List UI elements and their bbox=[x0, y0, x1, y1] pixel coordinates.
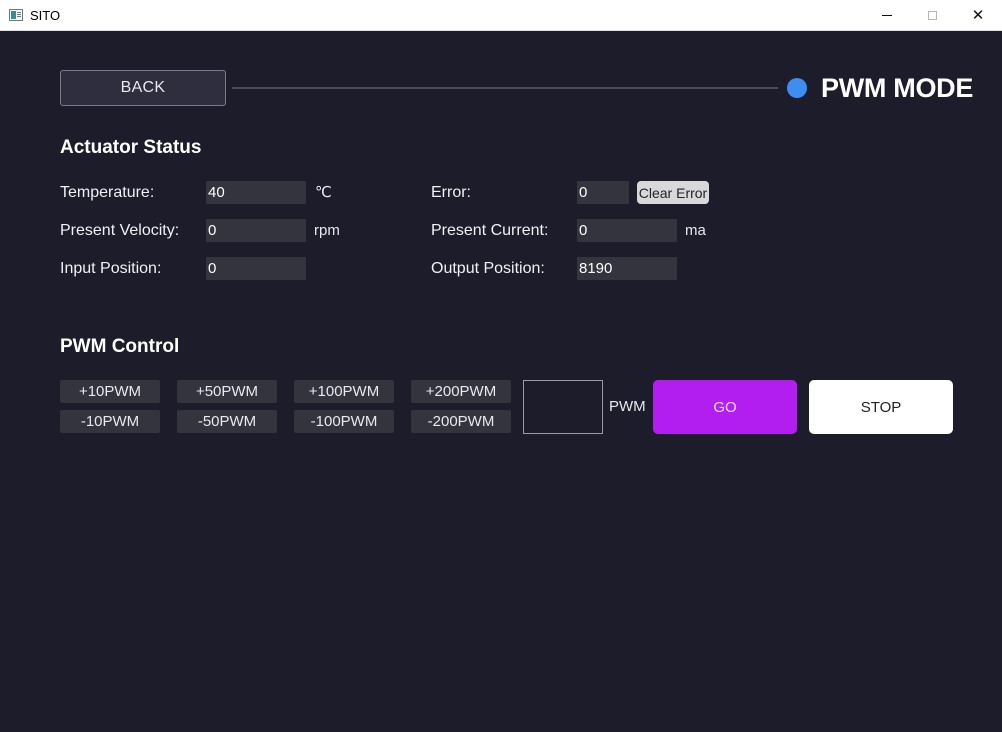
plus-200-pwm-button[interactable]: +200PWM bbox=[411, 380, 511, 403]
temperature-label: Temperature: bbox=[60, 184, 155, 201]
minus-200-pwm-button[interactable]: -200PWM bbox=[411, 410, 511, 433]
plus-50-pwm-button[interactable]: +50PWM bbox=[177, 380, 277, 403]
present-velocity-field: 0 bbox=[206, 219, 306, 242]
error-label: Error: bbox=[431, 184, 471, 201]
present-current-label: Present Current: bbox=[431, 222, 549, 239]
present-current-field: 0 bbox=[577, 219, 677, 242]
header-divider bbox=[232, 87, 778, 89]
temperature-field: 40 bbox=[206, 181, 306, 204]
output-position-field: 8190 bbox=[577, 257, 677, 280]
temperature-unit: ℃ bbox=[315, 184, 332, 201]
minimize-icon bbox=[882, 14, 892, 16]
back-button[interactable]: BACK bbox=[60, 70, 226, 106]
mode-indicator-dot bbox=[787, 78, 807, 98]
stop-button[interactable]: STOP bbox=[809, 380, 953, 434]
close-icon: ✕ bbox=[971, 7, 985, 24]
maximize-icon bbox=[927, 10, 937, 20]
output-position-label: Output Position: bbox=[431, 260, 545, 277]
actuator-status-title: Actuator Status bbox=[60, 137, 202, 158]
clear-error-button[interactable]: Clear Error bbox=[637, 181, 709, 204]
maximize-button[interactable] bbox=[909, 0, 955, 30]
input-position-field: 0 bbox=[206, 257, 306, 280]
pwm-control-title: PWM Control bbox=[60, 336, 180, 357]
close-button[interactable]: ✕ bbox=[955, 0, 1001, 30]
pwm-unit-label: PWM bbox=[609, 398, 646, 415]
app-window: SITO ✕ BACK PWM MODE Actuator Status Tem… bbox=[0, 0, 1002, 732]
present-velocity-unit: rpm bbox=[314, 222, 340, 239]
minus-10-pwm-button[interactable]: -10PWM bbox=[60, 410, 160, 433]
input-position-label: Input Position: bbox=[60, 260, 162, 277]
error-field: 0 bbox=[577, 181, 629, 204]
minus-100-pwm-button[interactable]: -100PWM bbox=[294, 410, 394, 433]
pwm-value-input[interactable] bbox=[523, 380, 603, 434]
app-icon bbox=[9, 9, 23, 21]
go-button[interactable]: GO bbox=[653, 380, 797, 434]
present-current-unit: ma bbox=[685, 222, 706, 239]
plus-10-pwm-button[interactable]: +10PWM bbox=[60, 380, 160, 403]
present-velocity-label: Present Velocity: bbox=[60, 222, 180, 239]
window-title: SITO bbox=[30, 8, 61, 23]
title-bar: SITO ✕ bbox=[0, 0, 1002, 31]
mode-title: PWM MODE bbox=[821, 73, 974, 103]
minimize-button[interactable] bbox=[864, 0, 910, 30]
minus-50-pwm-button[interactable]: -50PWM bbox=[177, 410, 277, 433]
plus-100-pwm-button[interactable]: +100PWM bbox=[294, 380, 394, 403]
